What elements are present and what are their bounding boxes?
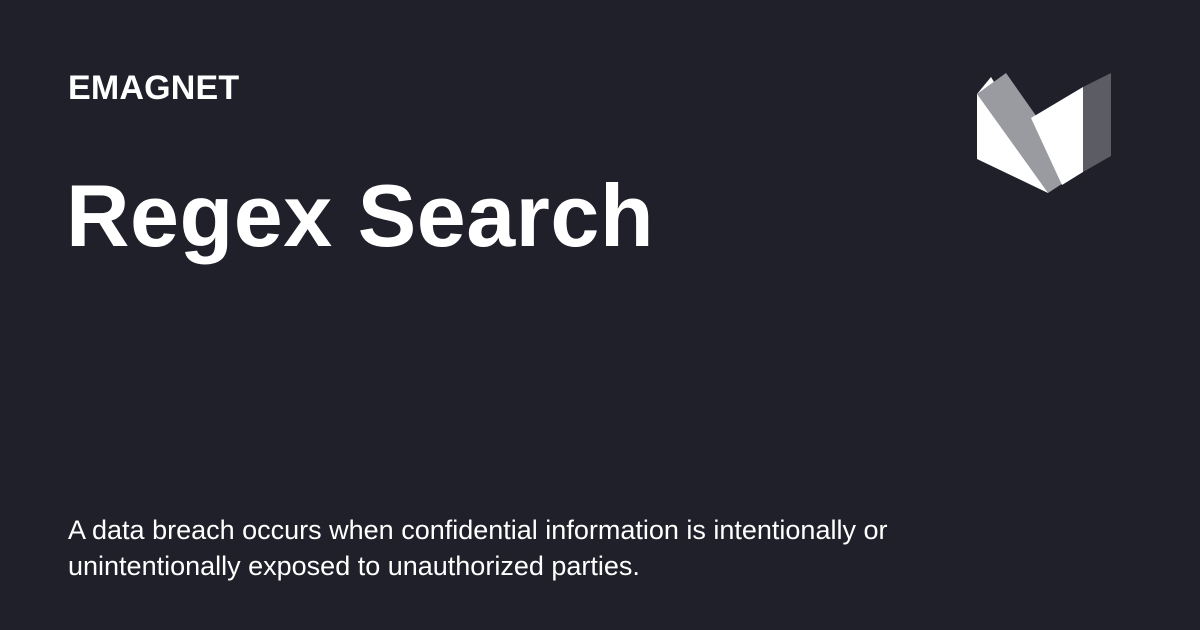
brand-name: EMAGNET [68, 69, 240, 107]
page-description: A data breach occurs when confidential i… [68, 515, 888, 581]
page-title: Regex Search [66, 166, 655, 265]
social-card: EMAGNET Regex Search A data breach occur… [0, 0, 1200, 630]
emagnet-m-logo-icon [977, 73, 1111, 193]
